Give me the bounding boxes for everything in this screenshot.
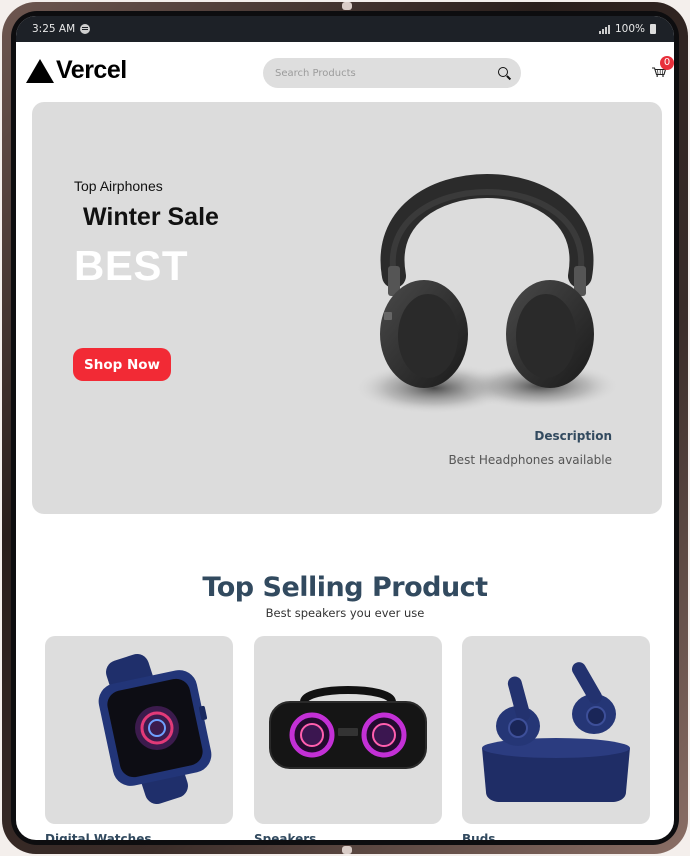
product-card-buds[interactable]: Buds (462, 636, 650, 840)
smartwatch-image (98, 653, 212, 805)
device-bezel: 3:25 AM 100% Vercel Search Products 0 To… (11, 11, 679, 845)
status-time: 3:25 AM (32, 23, 76, 35)
shop-now-button[interactable]: Shop Now (73, 348, 171, 381)
search-bar[interactable] (263, 58, 521, 88)
product-name[interactable]: Buds (462, 832, 650, 840)
description-title: Description (534, 429, 612, 443)
headphones-image (354, 174, 620, 414)
search-icon[interactable] (498, 66, 511, 80)
logo[interactable]: Vercel (26, 56, 127, 85)
search-input[interactable] (275, 67, 498, 79)
status-right: 100% (598, 23, 656, 35)
product-name[interactable]: Speakers (254, 832, 442, 840)
screen: 3:25 AM 100% Vercel Search Products 0 To… (16, 16, 674, 840)
triangle-logo-icon (26, 58, 54, 83)
product-name[interactable]: Digital Watches (45, 832, 233, 840)
section-subtitle: Best speakers you ever use (265, 606, 425, 620)
product-image-card[interactable] (45, 636, 233, 824)
product-card-speakers[interactable]: Speakers (254, 636, 442, 840)
status-bar: 3:25 AM 100% (16, 16, 674, 42)
logo-text: Vercel (56, 56, 127, 84)
hero-big-heading: BEST (74, 242, 189, 289)
cart-button[interactable]: 0 (652, 56, 674, 80)
battery-icon (650, 24, 656, 34)
site-header: Vercel 0 (16, 42, 674, 102)
product-image-card[interactable] (254, 636, 442, 824)
hero-small-heading: Top Airphones (74, 178, 163, 194)
product-card-watches[interactable]: Digital Watches (45, 636, 233, 840)
status-left: 3:25 AM (32, 23, 91, 35)
hero-mid-heading: Winter Sale (83, 203, 219, 231)
cart-count-badge: 0 (660, 56, 674, 70)
signal-icon (598, 24, 610, 34)
section-title: Top Selling Product (202, 572, 488, 603)
hinge-top (342, 2, 352, 10)
description-text: Best Headphones available (448, 453, 612, 467)
product-image-card[interactable] (462, 636, 650, 824)
spotify-icon (80, 24, 91, 34)
earbuds-image (482, 662, 630, 802)
hinge-bottom (342, 846, 352, 854)
battery-level: 100% (614, 23, 645, 35)
device-frame: 3:25 AM 100% Vercel Search Products 0 To… (2, 2, 688, 854)
speaker-image (269, 686, 427, 769)
hero-banner: Top Airphones Winter Sale BEST Shop Now (32, 102, 662, 514)
